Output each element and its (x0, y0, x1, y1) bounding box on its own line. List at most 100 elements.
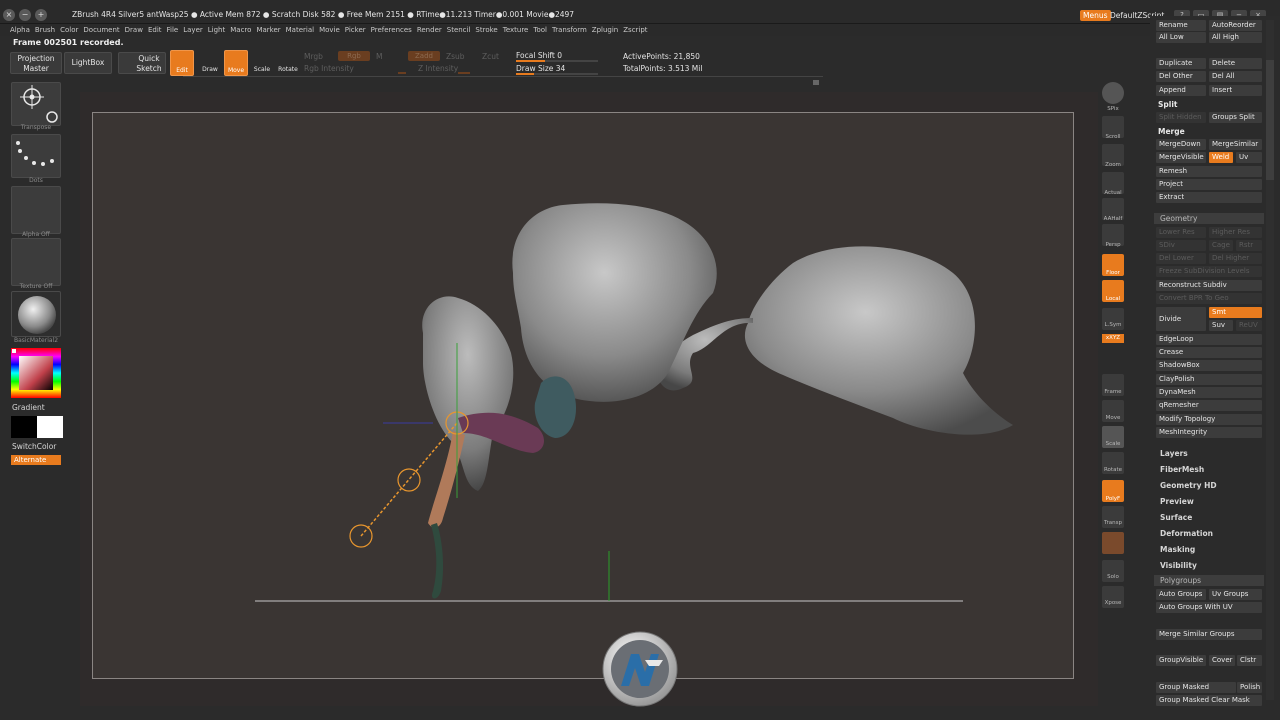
menu-alpha[interactable]: Alpha (10, 24, 35, 36)
surface-menu[interactable]: Surface (1160, 513, 1192, 522)
menu-marker[interactable]: Marker (256, 24, 285, 36)
menu-color[interactable]: Color (60, 24, 83, 36)
del-all-button[interactable]: Del All (1209, 71, 1262, 82)
split-section[interactable]: Split (1158, 100, 1178, 109)
higher-res-button[interactable]: Higher Res (1209, 227, 1262, 238)
menu-light[interactable]: Light (208, 24, 230, 36)
merge-section[interactable]: Merge (1158, 127, 1185, 136)
transpose-brush-thumb[interactable] (11, 82, 61, 126)
polygroups-header[interactable]: Polygroups (1154, 575, 1264, 586)
wasp-model[interactable] (93, 113, 1075, 680)
ghost-button[interactable] (1102, 532, 1124, 554)
preview-menu[interactable]: Preview (1160, 497, 1194, 506)
rgb-button[interactable]: Rgb (338, 51, 370, 61)
mergevisible-button[interactable]: MergeVisible (1156, 152, 1206, 163)
insert-button[interactable]: Insert (1209, 85, 1262, 96)
all-high-button[interactable]: All High (1209, 32, 1262, 43)
modify-topology-button[interactable]: Modify Topology (1156, 414, 1262, 425)
draw-button[interactable]: Draw (198, 50, 222, 76)
transpose-mid-handle[interactable] (397, 468, 421, 492)
dynamesh-button[interactable]: DynaMesh (1156, 387, 1262, 398)
menu-zscript[interactable]: Zscript (623, 24, 652, 36)
all-low-button[interactable]: All Low (1156, 32, 1206, 43)
weld-toggle[interactable]: Weld (1209, 152, 1233, 163)
rename-button[interactable]: Rename (1156, 20, 1206, 31)
menu-picker[interactable]: Picker (345, 24, 371, 36)
menu-macro[interactable]: Macro (230, 24, 256, 36)
project-button[interactable]: Project (1156, 179, 1262, 190)
edgeloop-button[interactable]: EdgeLoop (1156, 334, 1262, 345)
xyz-button[interactable]: xXYZ (1102, 334, 1124, 343)
menu-preferences[interactable]: Preferences (371, 24, 417, 36)
sdiv-slider[interactable]: SDiv (1156, 240, 1206, 251)
polish-slider[interactable]: Polish (1237, 682, 1262, 693)
crease-button[interactable]: Crease (1156, 347, 1262, 358)
group-masked-clear-button[interactable]: Group Masked Clear Mask (1156, 695, 1262, 706)
tray-scrollbar[interactable] (1266, 20, 1274, 700)
lower-res-button[interactable]: Lower Res (1156, 227, 1206, 238)
alpha-thumb[interactable] (11, 186, 61, 234)
masking-menu[interactable]: Masking (1160, 545, 1195, 554)
primary-color-swatch[interactable] (11, 416, 37, 438)
auto-groups-button[interactable]: Auto Groups (1156, 589, 1206, 600)
menu-movie[interactable]: Movie (319, 24, 345, 36)
rgb-intensity-slider[interactable]: Rgb Intensity (304, 64, 354, 73)
tray-scroll-thumb[interactable] (1266, 60, 1274, 180)
quick-sketch-button[interactable]: Quick Sketch (118, 52, 166, 74)
append-button[interactable]: Append (1156, 85, 1206, 96)
visibility-menu[interactable]: Visibility (1160, 561, 1197, 570)
delete-button[interactable]: Delete (1209, 58, 1262, 69)
remesh-button[interactable]: Remesh (1156, 166, 1262, 177)
menu-material[interactable]: Material (286, 24, 319, 36)
rstr-button[interactable]: Rstr (1236, 240, 1262, 251)
del-other-button[interactable]: Del Other (1156, 71, 1206, 82)
group-masked-button[interactable]: Group Masked (1156, 682, 1236, 693)
del-higher-button[interactable]: Del Higher (1209, 253, 1262, 264)
split-hidden-button[interactable]: Split Hidden (1156, 112, 1206, 123)
geometry-hd-menu[interactable]: Geometry HD (1160, 481, 1217, 490)
dots-stroke-thumb[interactable] (11, 134, 61, 178)
menus-button[interactable]: Menus (1080, 10, 1111, 21)
secondary-color-swatch[interactable] (37, 416, 63, 438)
zadd-button[interactable]: Zadd (408, 51, 440, 61)
zsub-button[interactable]: Zsub (446, 52, 465, 61)
menu-tool[interactable]: Tool (533, 24, 552, 36)
menu-render[interactable]: Render (417, 24, 447, 36)
extract-button[interactable]: Extract (1156, 192, 1262, 203)
material-thumb[interactable] (11, 291, 61, 337)
z-intensity-slider[interactable]: Z Intensity (418, 64, 458, 73)
autoreorder-button[interactable]: AutoReorder (1209, 20, 1262, 31)
menu-texture[interactable]: Texture (503, 24, 534, 36)
alternate-button[interactable]: Alternate (11, 455, 61, 465)
menu-edit[interactable]: Edit (148, 24, 167, 36)
menu-layer[interactable]: Layer (183, 24, 208, 36)
deformation-menu[interactable]: Deformation (1160, 529, 1213, 538)
menu-transform[interactable]: Transform (552, 24, 592, 36)
menu-draw[interactable]: Draw (125, 24, 148, 36)
edit-button[interactable]: Edit (170, 50, 194, 76)
m-button[interactable]: M (376, 52, 382, 61)
auto-groups-uv-button[interactable]: Auto Groups With UV (1156, 602, 1262, 613)
mergesimilar-button[interactable]: MergeSimilar (1209, 139, 1262, 150)
scale-button[interactable]: Scale (250, 50, 274, 76)
bpr-button[interactable] (1102, 82, 1124, 104)
meshintegrity-button[interactable]: MeshIntegrity (1156, 427, 1262, 438)
groups-split-button[interactable]: Groups Split (1209, 112, 1262, 123)
switchcolor-button[interactable]: SwitchColor (12, 442, 56, 451)
close-icon[interactable]: × (3, 9, 15, 21)
color-picker[interactable] (11, 348, 61, 398)
fibermesh-menu[interactable]: FiberMesh (1160, 465, 1204, 474)
minimize-icon[interactable]: − (19, 9, 31, 21)
shelf-scroll-handle[interactable] (813, 80, 819, 85)
move-button[interactable]: Move (224, 50, 248, 76)
suv-toggle[interactable]: Suv (1209, 320, 1233, 331)
maximize-icon[interactable]: + (35, 9, 47, 21)
mrgb-button[interactable]: Mrgb (304, 52, 323, 61)
layers-menu[interactable]: Layers (1160, 449, 1188, 458)
zcut-button[interactable]: Zcut (482, 52, 499, 61)
rotate-button[interactable]: Rotate (276, 50, 300, 76)
menu-file[interactable]: File (167, 24, 184, 36)
projection-master-button[interactable]: Projection Master (10, 52, 62, 74)
qremesher-button[interactable]: qRemesher (1156, 400, 1262, 411)
freeze-subdivision-button[interactable]: Freeze SubDivision Levels (1156, 266, 1262, 277)
